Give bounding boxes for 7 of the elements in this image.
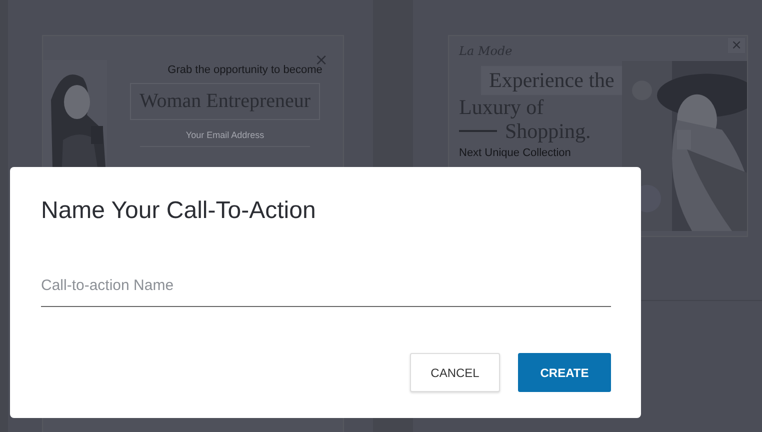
create-button[interactable]: CREATE <box>518 353 611 392</box>
name-field[interactable]: Call-to-action Name <box>41 277 611 307</box>
close-button[interactable]: × <box>728 38 745 53</box>
dialog-title: Name Your Call-To-Action <box>41 197 317 225</box>
cancel-button[interactable]: CANCEL <box>410 353 500 392</box>
email-placeholder: Your Email Address <box>186 130 264 140</box>
subtext: Next Unique Collection <box>459 147 572 159</box>
